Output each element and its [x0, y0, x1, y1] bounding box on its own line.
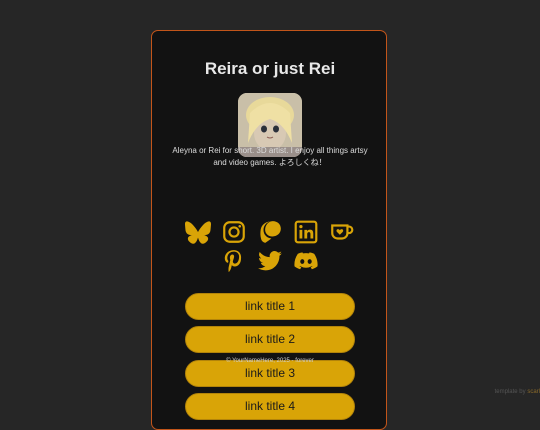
link-button-4[interactable]: link title 4	[185, 392, 355, 420]
social-icons	[178, 219, 362, 274]
link-button-2[interactable]: link title 2	[185, 326, 355, 354]
credit-link[interactable]: scarl	[527, 389, 540, 395]
bio-text: Aleyna or Rei for short. 3D artist. I en…	[172, 146, 368, 167]
discord-icon[interactable]	[292, 248, 321, 274]
footer-copyright: © YourNameHere, 2025 - forever	[226, 358, 314, 364]
link-button-1[interactable]: link title 1	[185, 293, 355, 320]
instagram-icon[interactable]	[220, 219, 249, 245]
twitter-icon[interactable]	[256, 248, 285, 274]
kofi-icon[interactable]	[328, 219, 357, 245]
patreon-icon[interactable]	[256, 219, 285, 245]
bluesky-icon[interactable]	[184, 219, 213, 245]
pinterest-icon[interactable]	[220, 248, 249, 274]
linkedin-icon[interactable]	[292, 219, 321, 245]
profile-card: link title 1 link title 2 link title 3 l…	[151, 30, 387, 430]
page-title: Reira or just Rei	[204, 59, 336, 78]
template-credit: template by scarl	[495, 389, 540, 395]
credit-prefix: template by	[494, 389, 526, 395]
